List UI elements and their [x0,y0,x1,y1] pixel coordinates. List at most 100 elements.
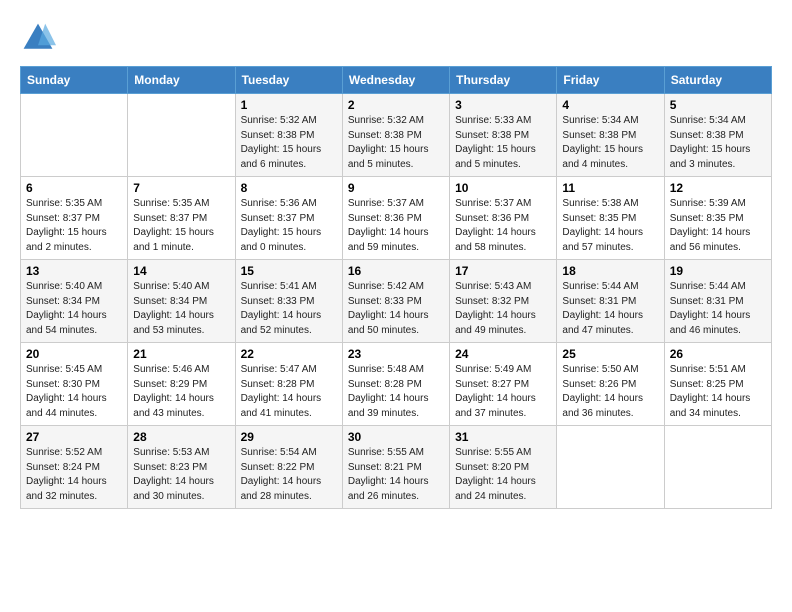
calendar-cell: 21 Sunrise: 5:46 AM Sunset: 8:29 PM Dayli… [128,343,235,426]
day-info: Sunrise: 5:40 AM Sunset: 8:34 PM Dayligh… [26,280,122,338]
day-info: Sunrise: 5:54 AM Sunset: 8:22 PM Dayligh… [241,446,337,504]
calendar-header: SundayMondayTuesdayWednesdayThursdayFrid… [21,67,772,94]
day-number: 29 [241,430,337,444]
weekday-header-sunday: Sunday [21,67,128,94]
day-number: 24 [455,347,551,361]
calendar-cell: 22Sunrise: 5:47 AM Sunset: 8:28 PM Dayli… [235,343,342,426]
day-info: Sunrise: 5:43 AM Sunset: 8:32 PM Dayligh… [455,280,551,338]
calendar-cell: 20 Sunrise: 5:45 AM Sunset: 8:30 PM Dayli… [21,343,128,426]
calendar-cell: 10 Sunrise: 5:37 AM Sunset: 8:36 PM Dayli… [450,177,557,260]
day-number: 21 [133,347,229,361]
calendar-cell: 12 Sunrise: 5:39 AM Sunset: 8:35 PM Dayli… [664,177,771,260]
day-number: 17 [455,264,551,278]
calendar-cell: 11 Sunrise: 5:38 AM Sunset: 8:35 PM Dayli… [557,177,664,260]
day-number: 7 [133,181,229,195]
calendar-cell: 14 Sunrise: 5:40 AM Sunset: 8:34 PM Dayli… [128,260,235,343]
calendar-cell: 2 Sunrise: 5:32 AM Sunset: 8:38 PM Daylig… [342,94,449,177]
day-number: 20 [26,347,122,361]
day-info: Sunrise: 5:40 AM Sunset: 8:34 PM Dayligh… [133,280,229,338]
calendar-cell: 18 Sunrise: 5:44 AM Sunset: 8:31 PM Dayli… [557,260,664,343]
day-number: 11 [562,181,658,195]
calendar-cell: 17 Sunrise: 5:43 AM Sunset: 8:32 PM Dayli… [450,260,557,343]
calendar-cell: 6 Sunrise: 5:35 AM Sunset: 8:37 PM Daylig… [21,177,128,260]
day-number: 4 [562,98,658,112]
day-number: 5 [670,98,766,112]
logo-icon [20,20,56,56]
calendar-cell: 25Sunrise: 5:50 AM Sunset: 8:26 PM Dayli… [557,343,664,426]
calendar-week-0: 1 Sunrise: 5:32 AM Sunset: 8:38 PM Daylig… [21,94,772,177]
day-number: 14 [133,264,229,278]
day-info: Sunrise: 5:41 AM Sunset: 8:33 PM Dayligh… [241,280,337,338]
calendar-week-4: 27 Sunrise: 5:52 AM Sunset: 8:24 PM Dayli… [21,426,772,509]
day-number: 6 [26,181,122,195]
calendar-cell [664,426,771,509]
day-info: Sunrise: 5:49 AM Sunset: 8:27 PM Dayligh… [455,363,551,421]
day-number: 9 [348,181,444,195]
day-number: 10 [455,181,551,195]
day-info: Sunrise: 5:55 AM Sunset: 8:20 PM Dayligh… [455,446,551,504]
day-number: 26 [670,347,766,361]
calendar-cell: 8 Sunrise: 5:36 AM Sunset: 8:37 PM Daylig… [235,177,342,260]
day-number: 19 [670,264,766,278]
calendar-cell [557,426,664,509]
day-info: Sunrise: 5:39 AM Sunset: 8:35 PM Dayligh… [670,197,766,255]
page-header [20,20,772,56]
calendar-cell: 9 Sunrise: 5:37 AM Sunset: 8:36 PM Daylig… [342,177,449,260]
day-info: Sunrise: 5:38 AM Sunset: 8:35 PM Dayligh… [562,197,658,255]
calendar-cell: 23 Sunrise: 5:48 AM Sunset: 8:28 PM Dayli… [342,343,449,426]
day-info: Sunrise: 5:51 AM Sunset: 8:25 PM Dayligh… [670,363,766,421]
day-info: Sunrise: 5:44 AM Sunset: 8:31 PM Dayligh… [562,280,658,338]
calendar-cell: 28 Sunrise: 5:53 AM Sunset: 8:23 PM Dayli… [128,426,235,509]
day-number: 27 [26,430,122,444]
weekday-header-friday: Friday [557,67,664,94]
weekday-header-saturday: Saturday [664,67,771,94]
day-number: 12 [670,181,766,195]
day-number: 22 [241,347,337,361]
day-number: 25 [562,347,658,361]
weekday-header-tuesday: Tuesday [235,67,342,94]
day-number: 30 [348,430,444,444]
calendar-table: SundayMondayTuesdayWednesdayThursdayFrid… [20,66,772,509]
day-info: Sunrise: 5:32 AM Sunset: 8:38 PM Dayligh… [241,114,337,172]
calendar-cell: 27 Sunrise: 5:52 AM Sunset: 8:24 PM Dayli… [21,426,128,509]
calendar-cell: 19 Sunrise: 5:44 AM Sunset: 8:31 PM Dayli… [664,260,771,343]
calendar-cell: 15 Sunrise: 5:41 AM Sunset: 8:33 PM Dayli… [235,260,342,343]
day-info: Sunrise: 5:34 AM Sunset: 8:38 PM Dayligh… [562,114,658,172]
day-info: Sunrise: 5:35 AM Sunset: 8:37 PM Dayligh… [133,197,229,255]
day-number: 16 [348,264,444,278]
day-number: 18 [562,264,658,278]
day-number: 15 [241,264,337,278]
day-info: Sunrise: 5:44 AM Sunset: 8:31 PM Dayligh… [670,280,766,338]
calendar-cell: 5 Sunrise: 5:34 AM Sunset: 8:38 PM Daylig… [664,94,771,177]
day-info: Sunrise: 5:53 AM Sunset: 8:23 PM Dayligh… [133,446,229,504]
calendar-cell: 16Sunrise: 5:42 AM Sunset: 8:33 PM Dayli… [342,260,449,343]
calendar-week-3: 20 Sunrise: 5:45 AM Sunset: 8:30 PM Dayli… [21,343,772,426]
day-number: 8 [241,181,337,195]
day-number: 28 [133,430,229,444]
day-number: 2 [348,98,444,112]
calendar-cell: 13 Sunrise: 5:40 AM Sunset: 8:34 PM Dayli… [21,260,128,343]
day-info: Sunrise: 5:37 AM Sunset: 8:36 PM Dayligh… [455,197,551,255]
day-info: Sunrise: 5:55 AM Sunset: 8:21 PM Dayligh… [348,446,444,504]
calendar-cell: 1 Sunrise: 5:32 AM Sunset: 8:38 PM Daylig… [235,94,342,177]
calendar-cell [21,94,128,177]
day-info: Sunrise: 5:46 AM Sunset: 8:29 PM Dayligh… [133,363,229,421]
day-info: Sunrise: 5:35 AM Sunset: 8:37 PM Dayligh… [26,197,122,255]
day-info: Sunrise: 5:45 AM Sunset: 8:30 PM Dayligh… [26,363,122,421]
day-info: Sunrise: 5:48 AM Sunset: 8:28 PM Dayligh… [348,363,444,421]
day-info: Sunrise: 5:37 AM Sunset: 8:36 PM Dayligh… [348,197,444,255]
day-number: 23 [348,347,444,361]
calendar-cell: 7 Sunrise: 5:35 AM Sunset: 8:37 PM Daylig… [128,177,235,260]
day-number: 3 [455,98,551,112]
day-number: 1 [241,98,337,112]
weekday-header-monday: Monday [128,67,235,94]
logo [20,20,60,56]
day-info: Sunrise: 5:32 AM Sunset: 8:38 PM Dayligh… [348,114,444,172]
day-info: Sunrise: 5:52 AM Sunset: 8:24 PM Dayligh… [26,446,122,504]
day-info: Sunrise: 5:33 AM Sunset: 8:38 PM Dayligh… [455,114,551,172]
calendar-cell: 3 Sunrise: 5:33 AM Sunset: 8:38 PM Daylig… [450,94,557,177]
day-number: 13 [26,264,122,278]
day-info: Sunrise: 5:36 AM Sunset: 8:37 PM Dayligh… [241,197,337,255]
calendar-cell: 30 Sunrise: 5:55 AM Sunset: 8:21 PM Dayli… [342,426,449,509]
day-info: Sunrise: 5:34 AM Sunset: 8:38 PM Dayligh… [670,114,766,172]
